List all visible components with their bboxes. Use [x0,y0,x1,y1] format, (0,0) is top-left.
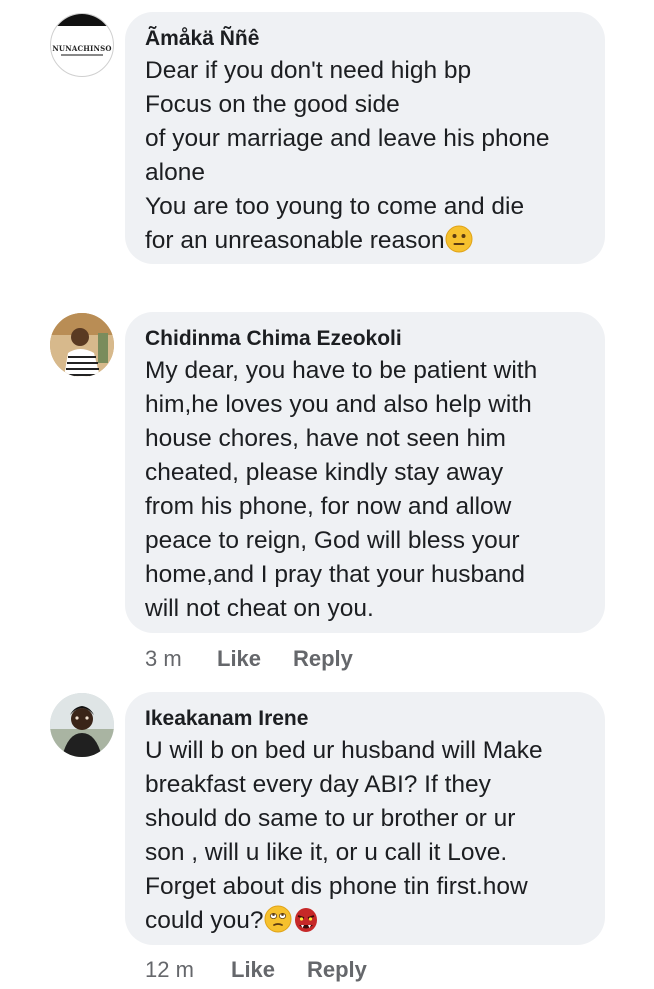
comment-line: home,and I pray that your husband [145,561,526,588]
comment-line: breakfast every day ABI? If they [145,771,491,798]
avatar[interactable] [50,693,114,757]
comment-line: will not cheat on you. [145,595,374,622]
comment-text: Dear if you don't need high bp Focus on … [145,54,585,258]
comment-line: U will b on bed ur husband will Make [145,737,543,764]
reply-button[interactable]: Reply [293,646,353,672]
comment-bubble[interactable]: Ãmåkä Ññê Dear if you don't need high bp… [125,12,605,264]
comment-line: You are too young to come and die [145,193,525,220]
avatar-photo [50,693,114,757]
comment-line: alone [145,159,205,186]
like-button[interactable]: Like [217,646,293,672]
avatar[interactable]: NUNACHINSO [50,13,114,77]
comment-line: from his phone, for now and allow [145,493,512,520]
avatar[interactable] [50,313,114,377]
avatar-photo [50,313,114,377]
comment-line: should do same to ur brother or ur [145,805,516,832]
comment-line: Focus on the good side [145,91,400,118]
comment-line: for an unreasonable reason [145,227,445,254]
avatar-logo-text: NUNACHINSO [52,44,112,53]
comment-line: him,he loves you and also help with [145,391,532,418]
comment-line: Forget about dis phone tin first.how [145,873,528,900]
comment-actions: 12 m Like Reply [145,957,367,983]
comment-author[interactable]: Ikeakanam Irene [145,706,585,732]
comment-line: My dear, you have to be patient with [145,357,538,384]
reply-button[interactable]: Reply [307,957,367,983]
comment-bubble[interactable]: Ikeakanam Irene U will b on bed ur husba… [125,692,605,945]
comment-timestamp[interactable]: 12 m [145,957,231,983]
comment-line: house chores, have not seen him [145,425,506,452]
comment-text: U will b on bed ur husband will Make bre… [145,734,585,938]
neutral-face-emoji-icon [445,225,473,253]
comment-line: of your marriage and leave his phone [145,125,550,152]
comment-line: son , will u like it, or u call it Love. [145,839,508,866]
comment-line: Dear if you don't need high bp [145,57,472,84]
comment-timestamp[interactable]: 3 m [145,646,217,672]
comment-line: cheated, please kindly stay away [145,459,504,486]
comment-text: My dear, you have to be patient with him… [145,354,585,626]
like-button[interactable]: Like [231,957,307,983]
comment-bubble[interactable]: Chidinma Chima Ezeokoli My dear, you hav… [125,312,605,633]
comment-author[interactable]: Chidinma Chima Ezeokoli [145,326,585,352]
comment-line: peace to reign, God will bless your [145,527,520,554]
comment-actions: 3 m Like Reply [145,646,353,672]
eye-roll-face-emoji-icon [264,905,292,933]
ogre-face-emoji-icon [294,907,317,932]
comment-author[interactable]: Ãmåkä Ññê [145,26,585,52]
comment-line: could you? [145,907,264,934]
comments-thread: NUNACHINSO Ãmåkä Ññê Dear if you don't n… [0,0,654,989]
